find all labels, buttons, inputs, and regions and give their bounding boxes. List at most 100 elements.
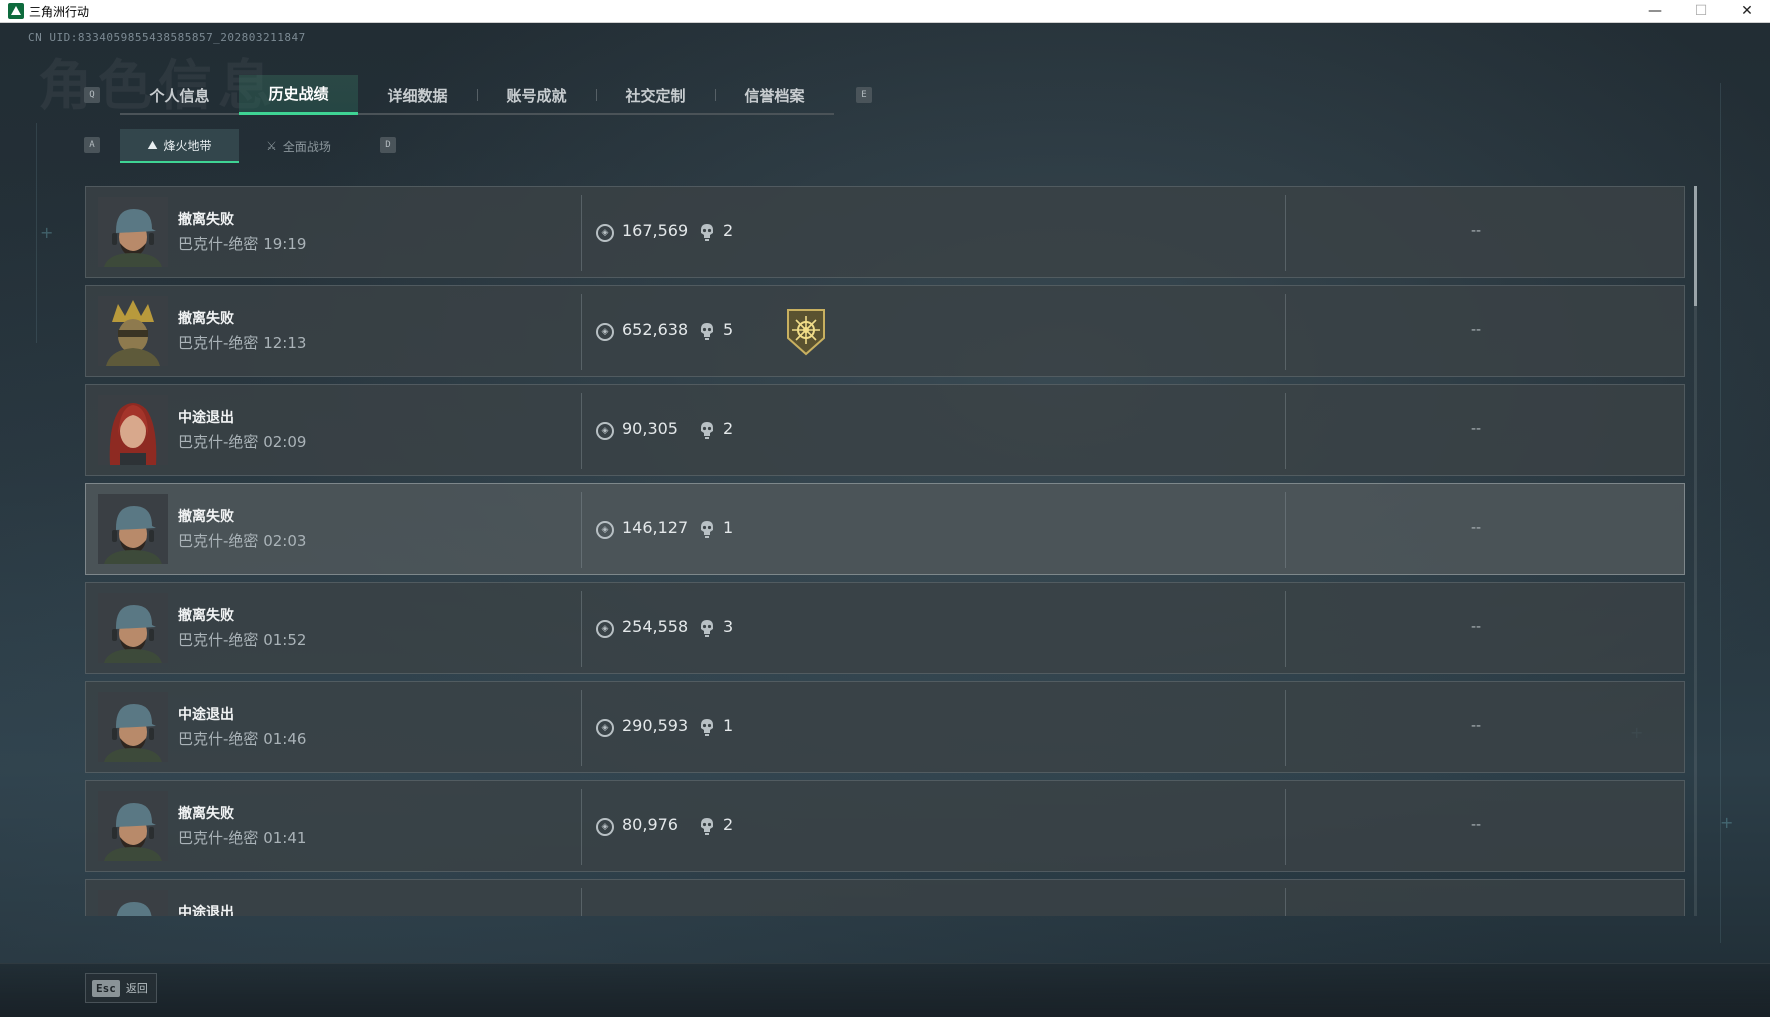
match-value: 290,593 bbox=[622, 716, 689, 735]
match-row[interactable]: 撤离失败 巴克什-绝密 02:03 ◈ 146,127 1 -- bbox=[85, 483, 1685, 575]
match-map-time: 巴克什-绝密 19:19 bbox=[178, 233, 306, 254]
match-time: 19:19 bbox=[263, 235, 307, 253]
match-map-time: 巴克什-绝密 01:46 bbox=[178, 728, 306, 749]
match-kills: 2 bbox=[723, 419, 734, 438]
window-title: 三角洲行动 bbox=[29, 4, 90, 19]
column-divider bbox=[581, 195, 582, 271]
match-value: 254,558 bbox=[622, 617, 689, 636]
match-result: -- bbox=[1470, 223, 1482, 239]
match-map: 巴克什-绝密 bbox=[178, 730, 259, 748]
tab-match-history[interactable]: 历史战绩 bbox=[239, 75, 358, 115]
column-divider bbox=[581, 591, 582, 667]
tab-mode-warfare[interactable]: ⚔ 全面战场 bbox=[239, 129, 358, 163]
tab-mode-extraction-label: 烽火地带 bbox=[163, 138, 212, 153]
tab-detailed-stats[interactable]: 详细数据 bbox=[358, 75, 477, 115]
match-row[interactable]: 撤离失败 巴克什-绝密 01:52 ◈ 254,558 3 -- bbox=[85, 582, 1685, 674]
match-map: 巴克什-绝密 bbox=[178, 829, 259, 847]
extraction-mode-icon: ⛰ bbox=[147, 137, 158, 152]
match-row[interactable]: 撤离失败 巴克什-绝密 12:13 ◈ 652,638 5 -- bbox=[85, 285, 1685, 377]
value-coin-icon: ◈ bbox=[596, 521, 614, 539]
maximize-button[interactable]: ☐ bbox=[1678, 0, 1724, 23]
tab-reputation[interactable]: 信誉档案 bbox=[715, 75, 834, 115]
column-divider bbox=[581, 789, 582, 865]
minimize-button[interactable]: — bbox=[1632, 0, 1678, 23]
list-scrollbar[interactable] bbox=[1694, 186, 1697, 916]
match-time: 02:09 bbox=[263, 433, 307, 451]
match-map: 巴克什-绝密 bbox=[178, 433, 259, 451]
value-coin-icon: ◈ bbox=[596, 818, 614, 836]
column-divider bbox=[581, 492, 582, 568]
kills-skull-icon bbox=[700, 817, 714, 836]
match-row[interactable]: 中途退出 bbox=[85, 879, 1685, 916]
match-value: 90,305 bbox=[622, 419, 678, 438]
column-divider bbox=[581, 690, 582, 766]
kills-skull-icon bbox=[700, 223, 714, 242]
tab-mode-extraction[interactable]: ⛰ 烽火地带 bbox=[120, 129, 239, 163]
match-map-time: 巴克什-绝密 12:13 bbox=[178, 332, 306, 353]
operator-avatar bbox=[98, 395, 168, 465]
tab-achievements[interactable]: 账号成就 bbox=[477, 75, 596, 115]
subtab-prev-key[interactable]: A bbox=[84, 137, 100, 153]
tab-prev-key[interactable]: Q bbox=[84, 87, 100, 103]
column-divider bbox=[1285, 195, 1286, 271]
match-value: 80,976 bbox=[622, 815, 678, 834]
column-divider bbox=[581, 393, 582, 469]
kills-skull-icon bbox=[700, 718, 714, 737]
hud-frame-line bbox=[1720, 83, 1721, 943]
window-titlebar: 三角洲行动 — ☐ ✕ bbox=[0, 0, 1770, 23]
match-kills: 1 bbox=[723, 518, 734, 537]
column-divider bbox=[1285, 888, 1286, 916]
match-time: 02:03 bbox=[263, 532, 307, 550]
hud-crosshair-icon: + bbox=[40, 223, 54, 242]
match-map-time: 巴克什-绝密 02:09 bbox=[178, 431, 306, 452]
close-button[interactable]: ✕ bbox=[1724, 0, 1770, 23]
operator-avatar bbox=[98, 296, 168, 366]
match-kills: 1 bbox=[723, 716, 734, 735]
match-status: 中途退出 bbox=[178, 410, 234, 426]
hud-frame-line bbox=[36, 123, 37, 343]
match-status: 撤离失败 bbox=[178, 212, 234, 228]
match-row[interactable]: 中途退出 巴克什-绝密 02:09 ◈ 90,305 2 -- bbox=[85, 384, 1685, 476]
match-time: 12:13 bbox=[263, 334, 307, 352]
match-kills: 3 bbox=[723, 617, 734, 636]
match-status: 撤离失败 bbox=[178, 608, 234, 624]
tab-personal-info[interactable]: 个人信息 bbox=[120, 75, 239, 115]
column-divider bbox=[1285, 294, 1286, 370]
footer-bar: Esc 返回 bbox=[0, 963, 1770, 1017]
match-kills: 2 bbox=[723, 221, 734, 240]
match-map-time: 巴克什-绝密 01:52 bbox=[178, 629, 306, 650]
match-map: 巴克什-绝密 bbox=[178, 235, 259, 253]
column-divider bbox=[1285, 789, 1286, 865]
operator-avatar bbox=[98, 197, 168, 267]
game-viewport: 角色信息 CN UID:8334059855438585857_20280321… bbox=[0, 23, 1770, 1017]
column-divider bbox=[1285, 393, 1286, 469]
match-row[interactable]: 中途退出 巴克什-绝密 01:46 ◈ 290,593 1 -- bbox=[85, 681, 1685, 773]
subtab-next-key[interactable]: D bbox=[380, 137, 396, 153]
back-label: 返回 bbox=[125, 982, 148, 995]
player-uid: CN UID:8334059855438585857_202803211847 bbox=[28, 31, 306, 44]
tab-next-key[interactable]: E bbox=[856, 87, 872, 103]
match-history-list[interactable]: 撤离失败 巴克什-绝密 19:19 ◈ 167,569 2 -- 撤离失败 巴克什-绝密 12… bbox=[85, 186, 1685, 916]
operator-avatar bbox=[98, 494, 168, 564]
back-button[interactable]: Esc 返回 bbox=[85, 973, 157, 1003]
value-coin-icon: ◈ bbox=[596, 620, 614, 638]
operator-avatar bbox=[98, 593, 168, 663]
value-coin-icon: ◈ bbox=[596, 422, 614, 440]
medal-badge-icon[interactable] bbox=[785, 308, 827, 356]
esc-key-hint: Esc bbox=[92, 979, 120, 997]
match-map: 巴克什-绝密 bbox=[178, 631, 259, 649]
warfare-mode-icon: ⚔ bbox=[266, 139, 277, 153]
tab-social-custom[interactable]: 社交定制 bbox=[596, 75, 715, 115]
match-row[interactable]: 撤离失败 巴克什-绝密 19:19 ◈ 167,569 2 -- bbox=[85, 186, 1685, 278]
match-status: 撤离失败 bbox=[178, 311, 234, 327]
column-divider bbox=[581, 888, 582, 916]
match-map: 巴克什-绝密 bbox=[178, 334, 259, 352]
match-value: 652,638 bbox=[622, 320, 689, 339]
kills-skull-icon bbox=[700, 619, 714, 638]
column-divider bbox=[1285, 690, 1286, 766]
match-row[interactable]: 撤离失败 巴克什-绝密 01:41 ◈ 80,976 2 -- bbox=[85, 780, 1685, 872]
value-coin-icon: ◈ bbox=[596, 224, 614, 242]
match-result: -- bbox=[1470, 817, 1482, 833]
scrollbar-thumb[interactable] bbox=[1694, 186, 1697, 306]
kills-skull-icon bbox=[700, 322, 714, 341]
